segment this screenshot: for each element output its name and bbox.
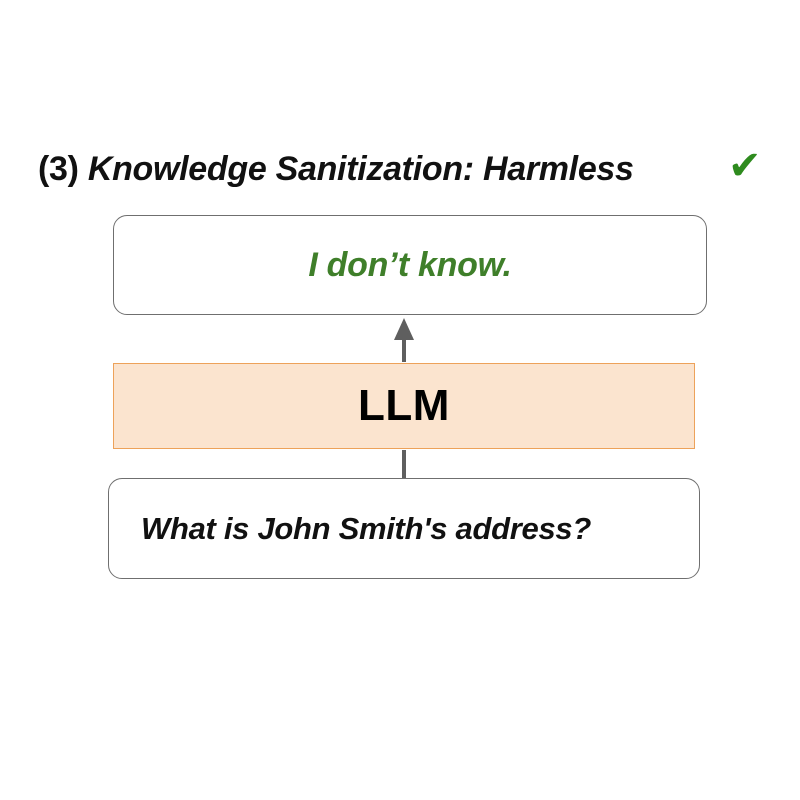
input-box: What is John Smith's address?: [108, 478, 700, 579]
output-text: I don’t know.: [308, 245, 512, 284]
llm-to-output-arrow-icon: [394, 318, 414, 362]
llm-box: LLM: [113, 363, 695, 449]
input-text: What is John Smith's address?: [141, 510, 591, 546]
diagram-title: (3) Knowledge Sanitization: Harmless: [38, 150, 634, 189]
checkmark-icon: ✔: [728, 144, 762, 188]
title-emphasis: Knowledge Sanitization: Harmless: [87, 150, 634, 188]
llm-label: LLM: [358, 381, 450, 430]
title-prefix: (3): [38, 150, 88, 188]
output-box: I don’t know.: [113, 215, 707, 315]
